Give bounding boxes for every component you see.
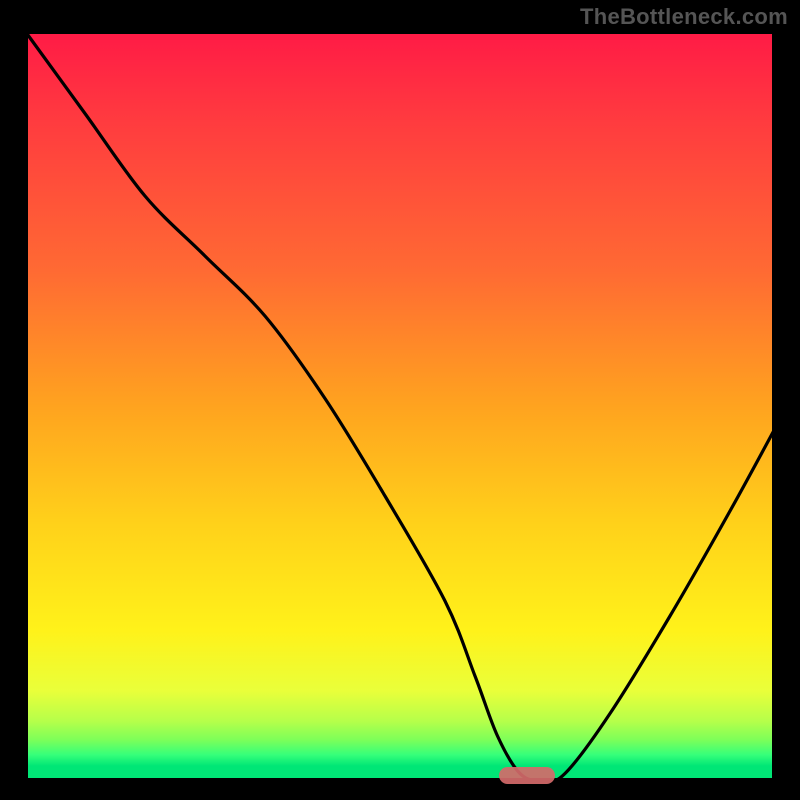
optimum-marker bbox=[499, 767, 555, 784]
plot-area bbox=[22, 28, 784, 790]
bottleneck-curve bbox=[25, 31, 775, 781]
chart-frame: TheBottleneck.com bbox=[0, 0, 800, 800]
watermark-text: TheBottleneck.com bbox=[580, 4, 788, 30]
